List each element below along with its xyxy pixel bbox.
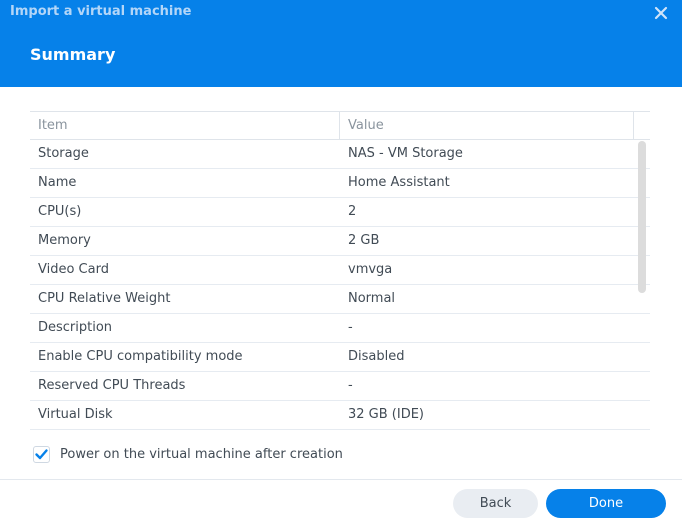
table-row[interactable]: Reserved CPU Threads - xyxy=(30,372,650,401)
row-item-label: Virtual Disk xyxy=(38,407,113,422)
table-scrollbar[interactable] xyxy=(638,141,646,293)
row-item-label: Storage xyxy=(38,146,89,161)
column-header-value[interactable]: Value xyxy=(340,112,634,139)
table-row[interactable]: Description - xyxy=(30,314,650,343)
row-item-label: Memory xyxy=(38,233,91,248)
power-on-label: Power on the virtual machine after creat… xyxy=(60,447,343,462)
table-row[interactable]: Storage NAS - VM Storage xyxy=(30,140,650,169)
power-on-option[interactable]: Power on the virtual machine after creat… xyxy=(33,446,343,463)
table-row[interactable]: Name Home Assistant xyxy=(30,169,650,198)
row-item-label: Reserved CPU Threads xyxy=(38,378,186,393)
done-button[interactable]: Done xyxy=(546,489,666,518)
window-title: Import a virtual machine xyxy=(10,4,192,19)
checkmark-icon xyxy=(35,449,48,460)
table-row[interactable]: Enable CPU compatibility mode Disabled xyxy=(30,343,650,372)
row-item-label: Description xyxy=(38,320,113,335)
row-item-value: Normal xyxy=(348,291,396,306)
dialog-header: Import a virtual machine Summary xyxy=(0,0,682,87)
power-on-checkbox[interactable] xyxy=(33,446,50,463)
table-row[interactable]: Virtual Disk 32 GB (IDE) xyxy=(30,401,650,430)
row-item-label: Enable CPU compatibility mode xyxy=(38,349,243,364)
column-header-item[interactable]: Item xyxy=(30,112,340,139)
table-header: Item Value xyxy=(30,111,650,140)
row-item-label: Name xyxy=(38,175,77,190)
back-button[interactable]: Back xyxy=(453,489,538,518)
step-title: Summary xyxy=(30,45,116,64)
row-item-label: Video Card xyxy=(38,262,109,277)
table-row[interactable]: CPU(s) 2 xyxy=(30,198,650,227)
footer-divider xyxy=(0,479,682,480)
row-item-value: 2 xyxy=(348,204,357,219)
summary-table: Item Value Storage NAS - VM Storage Name Ho… xyxy=(30,111,650,437)
table-row[interactable]: CPU Relative Weight Normal xyxy=(30,285,650,314)
close-button[interactable] xyxy=(652,4,670,22)
table-row[interactable]: Memory 2 GB xyxy=(30,227,650,256)
row-item-value: NAS - VM Storage xyxy=(348,146,463,161)
table-row[interactable]: Video Card vmvga xyxy=(30,256,650,285)
row-item-value: - xyxy=(348,320,353,335)
row-item-label: CPU(s) xyxy=(38,204,82,219)
row-item-value: Disabled xyxy=(348,349,405,364)
table-body: Storage NAS - VM Storage Name Home Assistan… xyxy=(30,140,650,430)
row-item-label: CPU Relative Weight xyxy=(38,291,171,306)
row-item-value: 2 GB xyxy=(348,233,380,248)
row-item-value: - xyxy=(348,378,353,393)
row-item-value: Home Assistant xyxy=(348,175,450,190)
row-item-value: 32 GB (IDE) xyxy=(348,407,425,422)
close-icon xyxy=(654,6,668,20)
row-item-value: vmvga xyxy=(348,262,393,277)
